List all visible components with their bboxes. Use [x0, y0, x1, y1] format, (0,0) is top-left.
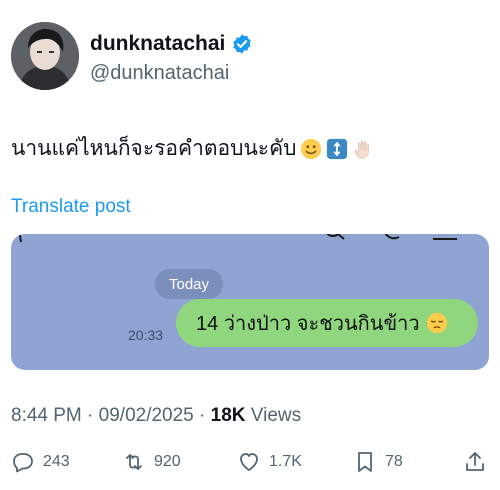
tweet-time[interactable]: 8:44 PM — [11, 405, 82, 426]
tweet-meta: 8:44 PM · 09/02/2025 · 18K Views — [11, 405, 301, 427]
views-label: Views — [250, 405, 302, 426]
tweet-actions: 243 920 1.7K 78 — [11, 450, 489, 478]
repost-icon — [126, 454, 142, 470]
like-button[interactable]: 1.7K — [237, 450, 302, 474]
bookmark-count: 78 — [385, 453, 403, 470]
views-count: 18K — [210, 405, 246, 426]
chat-app-header-icons — [18, 234, 457, 243]
like-count: 1.7K — [269, 453, 302, 470]
tweet-date[interactable]: 09/02/2025 — [99, 405, 194, 426]
repost-count: 920 — [154, 453, 181, 470]
raised-hand-icon — [354, 140, 370, 158]
media-screenshot[interactable]: Today 20:33 14 ว่างป่าว จะชวนกินข้าว — [11, 234, 489, 370]
tweet-text: นานแค่ไหนก็จะรอคำตอบนะคับ — [11, 132, 374, 165]
up-down-arrow-icon — [327, 138, 348, 159]
tweet-text-content: นานแค่ไหนก็จะรอคำตอบนะคับ — [11, 137, 297, 160]
chat-message-text: 14 ว่างป่าว จะชวนกินข้าว — [196, 313, 420, 335]
slightly-smiling-face-icon — [301, 138, 322, 159]
message-timestamp: 20:33 — [128, 327, 164, 343]
chat-message-bubble: 14 ว่างป่าว จะชวนกินข้าว — [176, 299, 478, 347]
heart-icon — [240, 453, 258, 471]
verified-badge-icon — [233, 34, 252, 54]
meta-separator: · — [199, 405, 211, 426]
date-separator-pill: Today — [155, 269, 223, 299]
display-name[interactable]: dunknatachai — [90, 32, 253, 56]
tweet-header: dunknatachai @dunknatachai — [11, 22, 491, 92]
reply-icon — [13, 453, 33, 473]
translate-post-link[interactable]: Translate post — [11, 196, 131, 218]
pensive-face-icon — [426, 312, 447, 334]
display-name-text[interactable]: dunknatachai — [90, 32, 225, 56]
share-button[interactable] — [463, 450, 487, 474]
avatar[interactable] — [11, 22, 79, 90]
share-icon — [466, 452, 484, 471]
reply-button[interactable]: 243 — [11, 450, 70, 474]
repost-button[interactable]: 920 — [122, 450, 181, 474]
reply-count: 243 — [43, 453, 70, 470]
meta-separator: · — [87, 405, 99, 426]
user-handle[interactable]: @dunknatachai — [90, 62, 229, 85]
bookmark-icon — [358, 452, 372, 472]
bookmark-button[interactable]: 78 — [353, 450, 403, 474]
